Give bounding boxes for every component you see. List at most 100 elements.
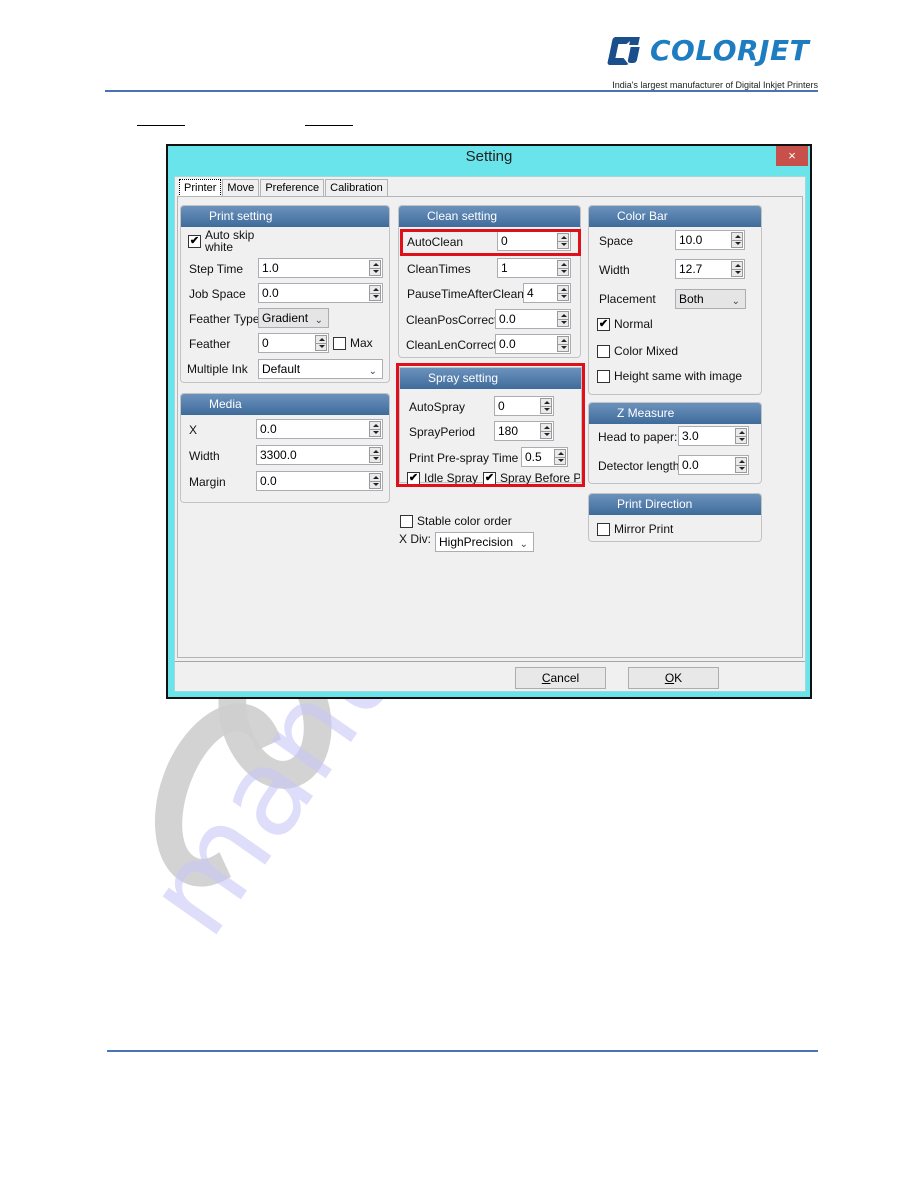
ok-accelerator: O bbox=[664, 671, 675, 685]
feather-input[interactable]: 0 bbox=[258, 333, 329, 353]
color-bar-width-value: 12.7 bbox=[679, 262, 703, 276]
feather-value: 0 bbox=[262, 336, 269, 350]
clean-pos-correct-label: CleanPosCorrect bbox=[406, 313, 498, 327]
mirror-print-checkbox[interactable] bbox=[597, 523, 610, 536]
brand-tagline: India's largest manufacturer of Digital … bbox=[612, 80, 818, 90]
spinner-icon[interactable] bbox=[315, 335, 327, 351]
print-direction-group: Print Direction Mirror Print bbox=[588, 493, 762, 542]
max-checkbox[interactable] bbox=[333, 337, 346, 350]
ok-button[interactable]: OK bbox=[628, 667, 719, 689]
media-width-input[interactable]: 3300.0 bbox=[256, 445, 383, 465]
spinner-icon[interactable] bbox=[557, 336, 569, 352]
tab-calibration[interactable]: Calibration bbox=[325, 179, 388, 196]
spinner-icon[interactable] bbox=[369, 260, 381, 276]
pause-time-after-clean-input[interactable]: 4 bbox=[523, 283, 571, 303]
z-measure-group: Z Measure Head to paper: 3.0 Detector le… bbox=[588, 402, 762, 484]
color-mixed-label: Color Mixed bbox=[614, 344, 679, 358]
spinner-icon[interactable] bbox=[369, 473, 381, 489]
spray-setting-highlight bbox=[396, 363, 585, 487]
color-mixed-checkbox[interactable] bbox=[597, 345, 610, 358]
dialog-title: Setting bbox=[465, 148, 513, 165]
color-bar-group: Color Bar Space 10.0 Width 12.7 Placemen… bbox=[588, 205, 762, 395]
tab-preference[interactable]: Preference bbox=[260, 179, 325, 196]
button-bar-divider bbox=[175, 661, 805, 662]
x-div-select[interactable]: HighPrecision ⌄ bbox=[435, 532, 534, 552]
feather-label: Feather bbox=[189, 337, 231, 351]
chevron-down-icon: ⌄ bbox=[519, 539, 528, 550]
color-bar-space-value: 10.0 bbox=[679, 233, 703, 247]
detector-length-value: 0.0 bbox=[682, 458, 699, 472]
x-div-value: HighPrecision bbox=[439, 535, 514, 549]
normal-label: Normal bbox=[614, 317, 653, 331]
color-bar-space-input[interactable]: 10.0 bbox=[675, 230, 745, 250]
close-button[interactable]: × bbox=[776, 146, 808, 166]
close-icon: × bbox=[788, 148, 796, 163]
spinner-icon[interactable] bbox=[735, 457, 747, 473]
job-space-label: Job Space bbox=[189, 287, 246, 301]
print-setting-title: Print setting bbox=[181, 206, 389, 227]
feather-type-value: Gradient bbox=[262, 311, 309, 325]
clean-times-input[interactable]: 1 bbox=[497, 258, 571, 278]
head-to-paper-value: 3.0 bbox=[682, 429, 699, 443]
spinner-icon[interactable] bbox=[731, 232, 743, 248]
spinner-icon[interactable] bbox=[369, 421, 381, 437]
tab-printer[interactable]: Printer bbox=[179, 179, 222, 197]
tab-move[interactable]: Move bbox=[222, 179, 260, 196]
media-margin-input[interactable]: 0.0 bbox=[256, 471, 383, 491]
step-time-value: 1.0 bbox=[262, 261, 279, 275]
spinner-icon[interactable] bbox=[369, 447, 381, 463]
step-time-label: Step Time bbox=[189, 262, 244, 276]
printer-tab-panel: Print setting ✔ Auto skip white Step Tim… bbox=[177, 196, 803, 658]
job-space-input[interactable]: 0.0 bbox=[258, 283, 383, 303]
cancel-button[interactable]: Cancel bbox=[515, 667, 606, 689]
spinner-icon[interactable] bbox=[731, 261, 743, 277]
max-label: Max bbox=[350, 336, 373, 350]
multiple-ink-label: Multiple Ink bbox=[187, 362, 248, 376]
spinner-icon[interactable] bbox=[735, 428, 747, 444]
spinner-icon[interactable] bbox=[557, 285, 569, 301]
feather-type-select[interactable]: Gradient ⌄ bbox=[258, 308, 329, 328]
footer-rule bbox=[107, 1050, 818, 1052]
print-setting-group: Print setting ✔ Auto skip white Step Tim… bbox=[180, 205, 390, 383]
media-title: Media bbox=[181, 394, 389, 415]
spinner-icon[interactable] bbox=[557, 260, 569, 276]
colorjet-logo: COLORJET bbox=[607, 34, 820, 68]
auto-skip-white-checkbox[interactable]: ✔ bbox=[188, 235, 201, 248]
media-x-input[interactable]: 0.0 bbox=[256, 419, 383, 439]
pause-time-after-clean-label: PauseTimeAfterClean bbox=[407, 287, 524, 301]
detector-length-label: Detector length: bbox=[598, 459, 683, 473]
spinner-icon[interactable] bbox=[557, 311, 569, 327]
head-to-paper-input[interactable]: 3.0 bbox=[678, 426, 749, 446]
x-div-label: X Div: bbox=[399, 532, 432, 546]
media-margin-label: Margin bbox=[189, 475, 226, 489]
step-time-input[interactable]: 1.0 bbox=[258, 258, 383, 278]
height-same-label: Height same with image bbox=[614, 369, 743, 383]
clean-times-value: 1 bbox=[501, 261, 508, 275]
placement-value: Both bbox=[679, 292, 704, 306]
color-bar-width-label: Width bbox=[599, 263, 630, 277]
height-same-checkbox[interactable] bbox=[597, 370, 610, 383]
color-bar-title: Color Bar bbox=[589, 206, 761, 227]
detector-length-input[interactable]: 0.0 bbox=[678, 455, 749, 475]
tab-bar: Printer Move Preference Calibration bbox=[179, 179, 389, 197]
media-group: Media X 0.0 Width 3300.0 Margin 0.0 bbox=[180, 393, 390, 503]
mirror-print-label: Mirror Print bbox=[614, 522, 674, 536]
color-bar-width-input[interactable]: 12.7 bbox=[675, 259, 745, 279]
clean-setting-title: Clean setting bbox=[399, 206, 580, 227]
head-to-paper-label: Head to paper: bbox=[598, 430, 678, 444]
media-x-label: X bbox=[189, 423, 198, 437]
spinner-icon[interactable] bbox=[369, 285, 381, 301]
color-bar-space-label: Space bbox=[599, 234, 634, 248]
stable-color-order-label: Stable color order bbox=[417, 514, 512, 528]
normal-checkbox[interactable]: ✔ bbox=[597, 318, 610, 331]
chevron-down-icon: ⌄ bbox=[314, 315, 323, 326]
clean-len-correct-input[interactable]: 0.0 bbox=[495, 334, 571, 354]
feather-type-label: Feather Type bbox=[189, 312, 260, 326]
multiple-ink-select[interactable]: Default ⌄ bbox=[258, 359, 383, 379]
chevron-down-icon: ⌄ bbox=[731, 296, 740, 307]
placement-select[interactable]: Both ⌄ bbox=[675, 289, 746, 309]
clean-pos-correct-input[interactable]: 0.0 bbox=[495, 309, 571, 329]
stable-color-order-checkbox[interactable] bbox=[400, 515, 413, 528]
clean-pos-correct-value: 0.0 bbox=[499, 312, 516, 326]
auto-skip-white-label: white bbox=[205, 240, 234, 254]
